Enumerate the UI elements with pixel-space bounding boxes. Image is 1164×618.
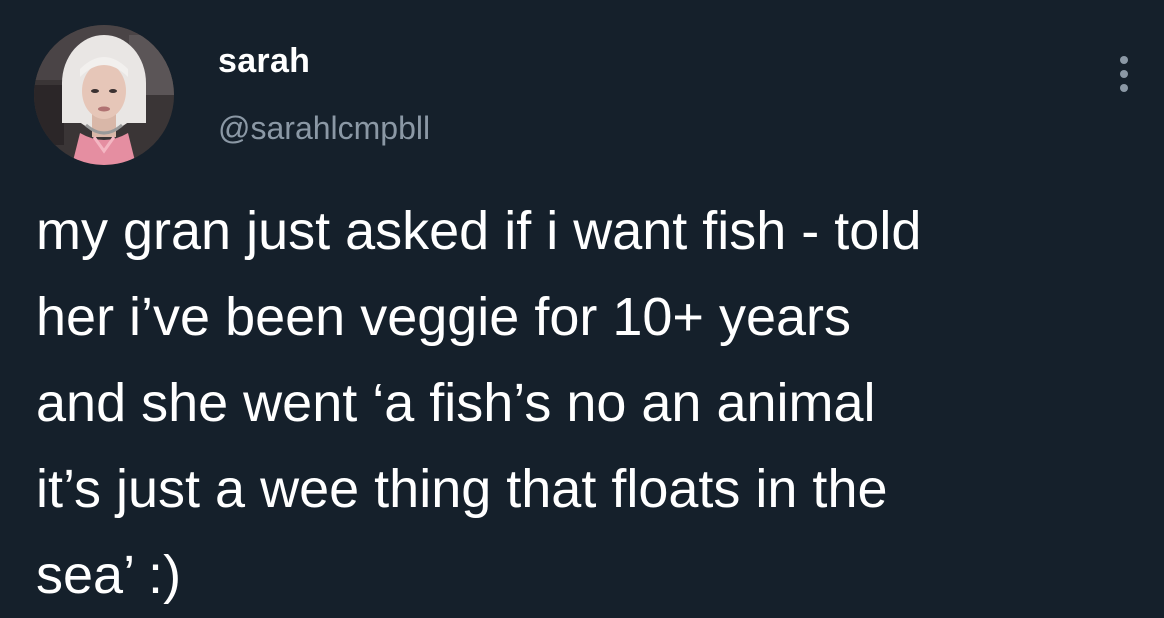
tweet-text: my gran just asked if i want fish - told… (36, 188, 1136, 618)
tweet-text-line: her i’ve been veggie for 10+ years (36, 287, 852, 347)
more-dot-icon (1120, 84, 1128, 92)
author-handle[interactable]: @sarahlcmpbll (218, 110, 430, 147)
tweet-text-line: my gran just asked if i want fish - told (36, 201, 922, 261)
more-dot-icon (1120, 56, 1128, 64)
avatar-image (34, 25, 174, 165)
avatar[interactable] (34, 25, 174, 165)
tweet-text-line: it’s just a wee thing that floats in the (36, 459, 888, 519)
tweet-text-line: and she went ‘a fish’s no an animal (36, 373, 876, 433)
tweet-text-line: sea’ :) (36, 545, 182, 605)
more-dot-icon (1120, 70, 1128, 78)
tweet-card: sarah @sarahlcmpbll my gran just asked i… (0, 0, 1164, 616)
more-options-button[interactable] (1106, 50, 1142, 98)
author-display-name[interactable]: sarah (218, 42, 310, 81)
